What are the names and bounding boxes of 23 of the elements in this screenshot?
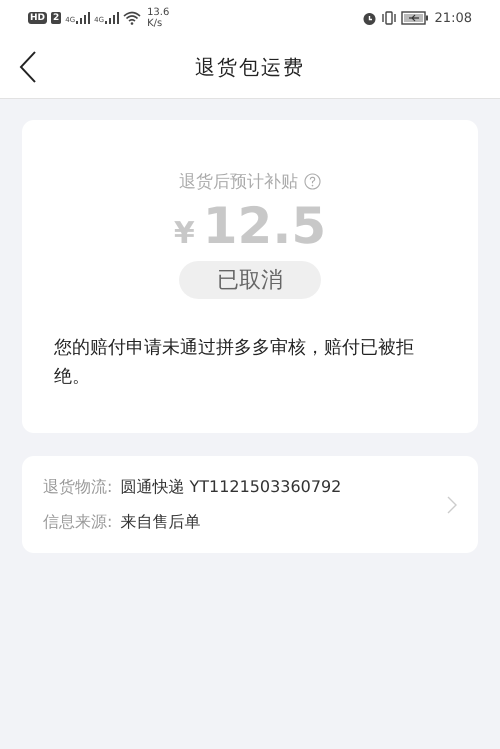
signal-icon (105, 12, 120, 24)
info-card[interactable]: 退货物流: 圆通快递 YT1121503360792 信息来源: 来自售后单 (22, 456, 478, 553)
hd-badge: HD (28, 12, 48, 24)
vibrate-icon (380, 11, 397, 25)
battery-icon (400, 11, 429, 25)
info-label: 信息来源: (43, 512, 112, 532)
page-title: 退货包运费 (195, 54, 305, 80)
wifi-icon (123, 11, 142, 25)
back-icon[interactable] (19, 51, 37, 83)
currency-symbol: ¥ (174, 216, 195, 251)
sim-badge: 2 (51, 12, 62, 24)
info-value: 圆通快递 YT1121503360792 (120, 476, 342, 498)
subsidy-label: 退货后预计补贴 (179, 171, 298, 193)
status-badge: 已取消 (179, 261, 321, 299)
rejection-message: 您的赔付申请未通过拼多多审核，赔付已被拒绝。 (53, 336, 415, 389)
speed-value: 13.6 (147, 7, 170, 18)
speed-unit: K/s (147, 18, 164, 29)
clock-time: 21:08 (434, 10, 472, 26)
info-label: 退货物流: (43, 476, 112, 498)
alarm-icon (362, 10, 377, 26)
chevron-right-icon (447, 496, 457, 514)
info-value: 来自售后单 (120, 512, 200, 532)
signal-icon (76, 12, 90, 24)
